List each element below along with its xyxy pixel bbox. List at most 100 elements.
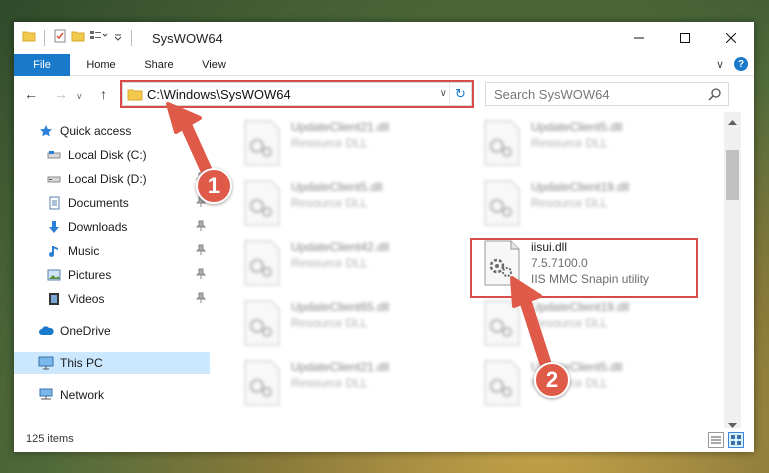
file-tile[interactable]: UpdateClient5.dll Resource DLL <box>471 356 701 412</box>
quick-access-toolbar <box>22 29 136 46</box>
file-tile[interactable]: UpdateClient5.dll Resource DLL <box>471 116 701 172</box>
maximize-button[interactable] <box>662 22 708 54</box>
file-tile[interactable]: UpdateClient5.dll Resource DLL <box>231 176 461 232</box>
tab-home[interactable]: Home <box>76 54 126 76</box>
nav-local-disk-d[interactable]: Local Disk (D:) <box>14 168 210 190</box>
file-type: Resource DLL <box>531 316 608 330</box>
dll-file-icon <box>483 180 521 226</box>
file-name: UpdateClient21.dll <box>291 120 390 134</box>
nav-label: Pictures <box>68 268 112 282</box>
monitor-icon <box>38 355 54 371</box>
nav-onedrive[interactable]: OneDrive <box>14 320 210 342</box>
back-arrow-icon: ← <box>24 86 38 102</box>
expand-ribbon-icon[interactable]: ∨ <box>716 58 724 71</box>
file-name: UpdateClient5.dll <box>531 120 623 134</box>
nav-label: Network <box>60 388 105 402</box>
nav-network[interactable]: Network <box>14 384 210 406</box>
scroll-thumb[interactable] <box>726 150 739 200</box>
status-bar: 125 items <box>14 428 754 452</box>
nav-documents[interactable]: Documents <box>14 192 210 214</box>
dll-file-icon <box>243 120 281 166</box>
file-type: Resource DLL <box>291 376 368 390</box>
ribbon-controls: ∨ ? <box>716 57 748 71</box>
details-view-icon[interactable] <box>708 432 724 448</box>
pin-icon[interactable] <box>195 268 207 283</box>
search-input[interactable]: Search SysWOW64 <box>494 87 610 102</box>
file-name: UpdateClient65.dll <box>291 300 390 314</box>
search-box[interactable]: Search SysWOW64 <box>485 82 729 106</box>
new-folder-icon[interactable] <box>71 29 85 46</box>
toolbar-divider <box>131 29 132 46</box>
file-tile[interactable]: UpdateClient65.dll Resource DLL <box>231 296 461 352</box>
nav-label: Documents <box>68 196 129 210</box>
file-tile[interactable]: UpdateClient42.dll Resource DLL <box>231 236 461 292</box>
nav-videos[interactable]: Videos <box>14 288 210 310</box>
file-name: UpdateClient19.dll <box>531 180 630 194</box>
file-highlight-box <box>470 238 698 298</box>
tab-share[interactable]: Share <box>134 54 184 76</box>
file-type: Resource DLL <box>291 256 368 270</box>
callout-badge-1: 1 <box>196 168 232 204</box>
nav-label: Videos <box>68 292 105 306</box>
nav-local-disk-c[interactable]: Local Disk (C:) <box>14 144 210 166</box>
close-button[interactable] <box>708 22 754 54</box>
file-name: UpdateClient21.dll <box>291 360 390 374</box>
vertical-scrollbar[interactable] <box>724 112 741 428</box>
file-tile[interactable]: UpdateClient19.dll Resource DLL <box>471 296 701 352</box>
dll-file-icon <box>243 300 281 346</box>
file-name: UpdateClient5.dll <box>291 180 383 194</box>
callout-badge-2: 2 <box>534 362 570 398</box>
file-type: Resource DLL <box>531 136 608 150</box>
properties-icon[interactable] <box>53 29 67 46</box>
nav-label: Quick access <box>60 124 132 138</box>
toolbar-divider <box>44 29 45 46</box>
nav-quick-access[interactable]: Quick access <box>14 120 210 142</box>
drive-icon <box>46 147 62 163</box>
scroll-up-icon[interactable] <box>728 114 737 128</box>
file-tile[interactable]: UpdateClient21.dll Resource DLL <box>231 356 461 412</box>
pin-icon[interactable] <box>195 292 207 307</box>
explorer-window: SysWOW64 File Home Share View ∨ ? ← → ∨ … <box>14 22 754 452</box>
pin-icon[interactable] <box>195 244 207 259</box>
item-count: 125 items <box>26 433 74 445</box>
address-highlight-box <box>120 80 474 108</box>
up-arrow-icon: ↑ <box>100 86 107 102</box>
file-name: UpdateClient19.dll <box>531 300 630 314</box>
forward-button[interactable]: → <box>54 86 70 102</box>
dll-file-icon <box>483 120 521 166</box>
view-options-icon[interactable] <box>89 29 109 46</box>
nav-label: Local Disk (C:) <box>68 148 147 162</box>
address-row: ← → ∨ ↑ C:\Windows\SysWOW64 ∨ ↻ Search S… <box>14 76 754 112</box>
tab-file[interactable]: File <box>14 54 70 76</box>
nav-music[interactable]: Music <box>14 240 210 262</box>
help-icon[interactable]: ? <box>734 57 748 71</box>
pin-icon[interactable] <box>195 148 207 163</box>
nav-label: Music <box>68 244 100 258</box>
film-icon <box>46 291 62 307</box>
tab-view[interactable]: View <box>194 54 234 76</box>
folder-icon <box>22 29 36 46</box>
view-toggles <box>708 432 744 448</box>
large-icons-view-icon[interactable] <box>728 432 744 448</box>
nav-label: This PC <box>60 356 103 370</box>
window-title: SysWOW64 <box>152 31 223 46</box>
nav-this-pc[interactable]: This PC <box>14 352 210 374</box>
file-name: UpdateClient42.dll <box>291 240 390 254</box>
up-button[interactable]: ↑ <box>100 86 116 102</box>
music-note-icon <box>46 243 62 259</box>
dll-file-icon <box>243 180 281 226</box>
file-tile[interactable]: UpdateClient21.dll Resource DLL <box>231 116 461 172</box>
dll-file-icon <box>483 360 521 406</box>
pin-icon[interactable] <box>195 220 207 235</box>
file-tile[interactable]: UpdateClient19.dll Resource DLL <box>471 176 701 232</box>
back-button[interactable]: ← <box>24 86 40 102</box>
search-icon <box>708 87 722 104</box>
dll-file-icon <box>243 360 281 406</box>
nav-downloads[interactable]: Downloads <box>14 216 210 238</box>
nav-pictures[interactable]: Pictures <box>14 264 210 286</box>
customize-toolbar-icon[interactable] <box>113 29 123 46</box>
recent-locations-button[interactable]: ∨ <box>76 88 92 104</box>
minimize-button[interactable] <box>616 22 662 54</box>
file-type: Resource DLL <box>291 136 368 150</box>
star-icon <box>38 123 54 139</box>
